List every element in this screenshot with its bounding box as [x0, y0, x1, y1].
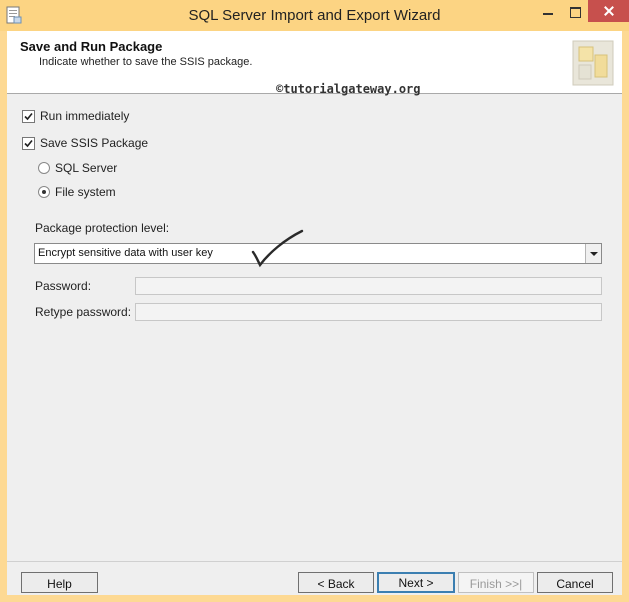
minimize-button[interactable] [538, 4, 560, 22]
package-protection-level-label: Package protection level: [35, 221, 170, 235]
finish-button[interactable]: Finish >>| [458, 572, 534, 593]
save-ssis-package-label[interactable]: Save SSIS Package [40, 136, 148, 150]
wizard-header-graphic [572, 40, 614, 86]
package-protection-level-dropdown[interactable]: Encrypt sensitive data with user key [34, 243, 602, 264]
maximize-button[interactable] [565, 4, 587, 22]
wizard-client-area: Save and Run Package Indicate whether to… [7, 31, 622, 595]
sql-server-radio[interactable] [38, 162, 50, 174]
help-button[interactable]: Help [21, 572, 98, 593]
protection-level-selected-value: Encrypt sensitive data with user key [38, 247, 213, 259]
save-ssis-package-checkbox[interactable] [22, 137, 35, 150]
retype-password-field[interactable] [135, 303, 602, 321]
handdrawn-check-annotation [251, 229, 304, 268]
file-system-radio[interactable] [38, 186, 50, 198]
run-immediately-checkbox[interactable] [22, 110, 35, 123]
next-button[interactable]: Next > [377, 572, 455, 593]
watermark-text: ©tutorialgateway.org [276, 82, 421, 96]
back-button[interactable]: < Back [298, 572, 374, 593]
page-subtitle: Indicate whether to save the SSIS packag… [39, 56, 253, 68]
page-header: Save and Run Package Indicate whether to… [7, 31, 622, 96]
window-title: SQL Server Import and Export Wizard [188, 7, 441, 24]
footer-divider [7, 561, 622, 562]
password-field[interactable] [135, 277, 602, 295]
checkmark-icon [24, 112, 33, 121]
page-title: Save and Run Package [20, 39, 163, 54]
sql-server-label[interactable]: SQL Server [55, 161, 117, 175]
close-button[interactable] [588, 0, 629, 22]
chevron-down-icon[interactable] [585, 244, 601, 263]
retype-password-label: Retype password: [35, 305, 132, 319]
run-immediately-label[interactable]: Run immediately [40, 109, 129, 123]
title-bar[interactable]: SQL Server Import and Export Wizard [0, 0, 629, 31]
file-system-label[interactable]: File system [55, 185, 116, 199]
password-label: Password: [35, 279, 92, 293]
checkmark-icon [24, 139, 33, 148]
wizard-window: SQL Server Import and Export Wizard Save… [0, 0, 629, 602]
cancel-button[interactable]: Cancel [537, 572, 613, 593]
